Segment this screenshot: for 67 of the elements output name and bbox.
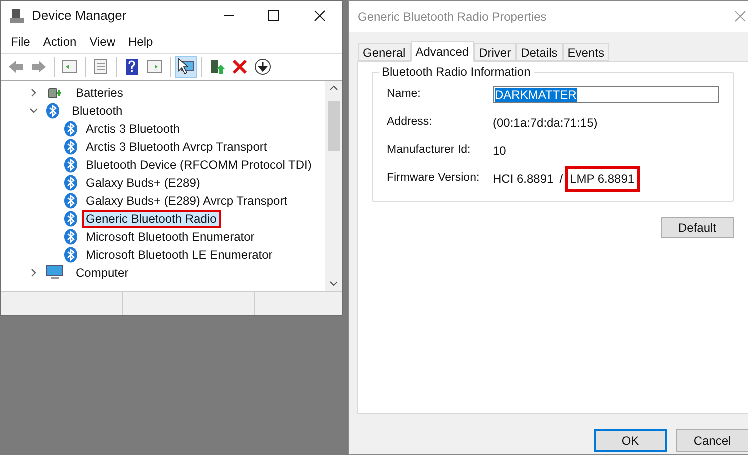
tree-item[interactable]: Galaxy Buds+ (E289): [82, 174, 204, 192]
monitor-cursor-icon: [177, 58, 195, 76]
tab[interactable]: Advanced: [410, 41, 474, 62]
tree-item[interactable]: Bluetooth: [68, 102, 127, 120]
tree-item[interactable]: Microsoft Bluetooth Enumerator: [82, 228, 259, 246]
tree-item[interactable]: Generic Bluetooth Radio: [82, 210, 221, 228]
bluetooth-icon: [64, 229, 78, 245]
toolbar-button[interactable]: [175, 56, 197, 78]
window-title: Device Manager: [32, 7, 128, 26]
group-title: Bluetooth Radio Information: [379, 65, 534, 79]
scroll-down-icon[interactable]: [330, 281, 338, 287]
menu-item[interactable]: View: [84, 33, 122, 51]
menu-item[interactable]: Action: [37, 33, 83, 51]
chevron-icon[interactable]: [30, 89, 38, 97]
chevron-icon[interactable]: [30, 107, 38, 115]
bluetooth-icon: [64, 121, 78, 137]
bluetooth-icon: [64, 247, 78, 263]
bluetooth-icon: [64, 139, 78, 155]
tree-item[interactable]: Arctis 3 Bluetooth: [82, 120, 184, 138]
bluetooth-icon: [64, 211, 78, 227]
field-label: Manufacturer Id:: [387, 142, 472, 158]
scroll-thumb[interactable]: [328, 101, 340, 151]
field-label: Address:: [387, 114, 434, 130]
name-input-field[interactable]: DARKMATTER: [493, 86, 719, 103]
close-icon[interactable]: [314, 10, 326, 22]
field-value: 10: [493, 142, 506, 160]
tree-item[interactable]: Computer: [72, 264, 133, 282]
bluetooth-icon: [46, 103, 60, 119]
maximize-icon[interactable]: [268, 10, 280, 22]
field-label: Name:: [387, 86, 422, 102]
dialog-title: Generic Bluetooth Radio Properties: [358, 8, 548, 26]
device-up-arrow-icon: [208, 58, 226, 76]
bluetooth-icon: [64, 193, 78, 209]
properties-icon: [92, 58, 110, 76]
down-arrow-circle-icon: [254, 58, 272, 76]
menu-item[interactable]: Help: [122, 33, 160, 51]
tab[interactable]: General: [358, 43, 411, 61]
toolbar-button[interactable]: [252, 56, 274, 78]
scrollbar[interactable]: [325, 81, 342, 291]
tree-item[interactable]: Galaxy Buds+ (E289) Avrcp Transport: [82, 192, 292, 210]
cross-icon: [231, 58, 249, 76]
scroll-up-icon[interactable]: [330, 85, 338, 91]
field-value: (00:1a:7d:da:71:15): [493, 114, 598, 132]
tab[interactable]: Details: [516, 43, 563, 61]
tree-item[interactable]: Microsoft Bluetooth LE Enumerator: [82, 246, 277, 264]
field-value: HCI 6.8891: [493, 170, 554, 188]
back-arrow-icon: [7, 58, 25, 76]
chevron-icon[interactable]: [30, 269, 38, 277]
tree-item[interactable]: Arctis 3 Bluetooth Avrcp Transport: [82, 138, 272, 156]
menu-item[interactable]: File: [5, 33, 36, 51]
forward-arrow-icon: [30, 58, 48, 76]
tab[interactable]: Driver: [474, 43, 516, 61]
dialog-button[interactable]: Cancel: [676, 429, 748, 452]
computer-tower-icon: [9, 8, 25, 24]
bluetooth-icon: [64, 175, 78, 191]
help-icon: [123, 58, 141, 76]
dialog-button[interactable]: OK: [594, 429, 667, 452]
tree-item[interactable]: Bluetooth Device (RFCOMM Protocol TDI): [82, 156, 316, 174]
field-value: /: [560, 170, 564, 188]
action-pane-icon: [146, 58, 164, 76]
tree-item[interactable]: Batteries: [72, 84, 128, 102]
monitor-icon: [46, 265, 64, 281]
tab[interactable]: Events: [562, 43, 610, 61]
bluetooth-icon: [64, 157, 78, 173]
console-tree-icon: [61, 58, 79, 76]
default-button[interactable]: Default: [661, 217, 734, 238]
field-label: Firmware Version:: [387, 170, 481, 186]
